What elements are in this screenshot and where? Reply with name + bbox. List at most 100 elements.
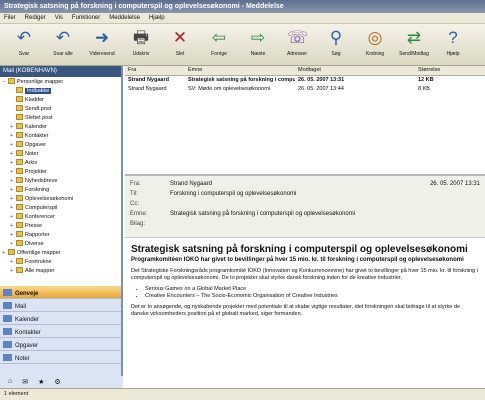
nav-group-label: Kontakter: [15, 330, 41, 336]
folder-icon: [16, 195, 23, 201]
column-header[interactable]: Emne: [185, 66, 295, 75]
folder-item[interactable]: + Oplevelsesøkonomi: [0, 195, 121, 204]
folder-label: Presse: [25, 223, 43, 229]
menu-item-hjælp[interactable]: Hjælp: [149, 15, 165, 21]
nav-group-3[interactable]: Kontakter: [0, 325, 121, 338]
folder-item[interactable]: Kladder: [0, 96, 121, 105]
message-bullet: Creative Encounters – The Socio-Economic…: [145, 293, 479, 300]
column-header[interactable]: Fra: [125, 66, 185, 75]
help-button[interactable]: ? Hjælp: [435, 28, 471, 57]
folder-item[interactable]: + Konferencer: [0, 213, 121, 222]
folder-icon: [16, 240, 23, 246]
forward-button[interactable]: ➜ Videresend: [84, 28, 120, 57]
quick-launch-icon[interactable]: ★: [38, 378, 44, 386]
reply-button[interactable]: ↶ Svar: [6, 28, 42, 57]
attachment-value[interactable]: [170, 219, 480, 229]
folder-item[interactable]: + Noter: [0, 150, 121, 159]
print-button[interactable]: 🖶 Udskriv: [123, 28, 159, 57]
folder-label: Opgaver: [25, 142, 47, 148]
nav-group-0[interactable]: Genveje: [0, 286, 121, 299]
group-icon: [3, 302, 12, 309]
folder-item[interactable]: + Offentlige mapper: [0, 249, 121, 258]
folder-label: Offentlige mapper: [17, 250, 61, 256]
folder-item[interactable]: Slettet post: [0, 114, 121, 123]
encoding-icon: ◎: [367, 28, 383, 47]
column-header[interactable]: Modtaget: [295, 66, 415, 75]
nav-group-label: Kalender: [15, 317, 40, 323]
quick-launch-icon[interactable]: ⚙: [54, 378, 60, 386]
status-bar: 1 element: [0, 388, 485, 400]
message-size: 12 KB: [418, 77, 434, 83]
folder-item[interactable]: + Nyhedsbreve: [0, 177, 121, 186]
from-value[interactable]: Strand Nygaard: [170, 179, 380, 189]
folder-icon: [16, 213, 23, 219]
reply-all-button[interactable]: ↶ Svar alle: [45, 28, 81, 57]
column-header[interactable]: Størrelse: [415, 66, 485, 75]
find-button[interactable]: ⚲ Søg: [318, 28, 354, 57]
address-book-icon: ☏: [287, 28, 309, 47]
delete-button[interactable]: ✕ Slet: [162, 28, 198, 57]
subject-label: Emne:: [130, 211, 148, 217]
nav-group-label: Genveje: [15, 291, 39, 297]
folder-item[interactable]: Indbakke: [0, 87, 121, 96]
folder-item[interactable]: + Forskning: [0, 186, 121, 195]
folder-item[interactable]: + Opgaver: [0, 141, 121, 150]
nav-group-5[interactable]: Noter: [0, 351, 121, 364]
menu-item-rediger[interactable]: Rediger: [25, 15, 46, 21]
folder-label: Projekter: [25, 169, 48, 175]
send-receive-icon: ⇄: [406, 28, 422, 47]
group-icon: [3, 315, 12, 322]
folder-label: Oplevelsesøkonomi: [25, 196, 74, 202]
previous-button[interactable]: ⇦ Forrige: [201, 28, 237, 57]
folder-icon: [16, 96, 23, 102]
next-button[interactable]: ⇨ Næste: [240, 28, 276, 57]
message-bullet: Serious Games on a Global Market Place: [145, 286, 479, 293]
folder-item[interactable]: + Diverse: [0, 240, 121, 249]
message-row[interactable]: Strand Nygaard SV: Møde om oplevelsesøkon…: [125, 85, 485, 94]
folder-item[interactable]: + Rapporter: [0, 231, 121, 240]
quick-launch-icon[interactable]: ✉: [22, 378, 28, 386]
encoding-button[interactable]: ◎ Kodning: [357, 28, 393, 57]
toolbar-label: Forrige: [211, 51, 227, 57]
toolbar-label: Svar: [18, 51, 30, 57]
folder-item[interactable]: + Kontakter: [0, 132, 121, 141]
address-book-button[interactable]: ☏ Adresser: [279, 28, 315, 57]
menu-item-vis[interactable]: Vis: [55, 15, 63, 21]
folder-item[interactable]: + Kalender: [0, 123, 121, 132]
to-value[interactable]: Forskning i computerspil og oplevelsesøk…: [170, 189, 480, 199]
send-receive-button[interactable]: ⇄ Send/Modtag: [396, 28, 432, 57]
find-icon: ⚲: [329, 28, 343, 47]
navigation-groups: Genveje Mail Kalender Kontakter Opgaver Noter: [0, 286, 121, 376]
nav-group-4[interactable]: Opgaver: [0, 338, 121, 351]
folder-item[interactable]: + Projekter: [0, 168, 121, 177]
folder-item[interactable]: + Foretrukne: [0, 258, 121, 267]
folder-item[interactable]: + Arkiv: [0, 159, 121, 168]
folder-label: Arkiv: [25, 160, 38, 166]
folder-icon: [8, 249, 15, 255]
folder-icon: [16, 159, 23, 165]
folder-icon: [16, 123, 23, 129]
folder-label: Slettet post: [25, 115, 53, 121]
folder-pane: Mail (KOBENHAVN) − Personlige mapper Indba…: [0, 66, 123, 376]
folder-item[interactable]: − Personlige mapper: [0, 78, 121, 87]
folder-item[interactable]: + Presse: [0, 222, 121, 231]
folder-label: Computerspil: [25, 205, 58, 211]
folder-icon: [16, 168, 23, 174]
nav-group-2[interactable]: Kalender: [0, 312, 121, 325]
quick-launch-icon[interactable]: ⌂: [8, 378, 12, 386]
folder-item[interactable]: + Computerspil: [0, 204, 121, 213]
toolbar-label: Send/Modtag: [399, 51, 429, 57]
message-received: 26. 05. 2007 13:44: [298, 86, 344, 92]
toolbar-label: Adresser: [286, 51, 307, 57]
message-subject: SV: Møde om oplevelsesøkonomi: [188, 86, 271, 92]
menu-item-funktioner[interactable]: Funktioner: [72, 15, 100, 21]
message-row[interactable]: Strand Nygaard Strategisk satsning på for…: [125, 76, 485, 85]
toolbar-label: Næste: [250, 51, 266, 57]
menu-item-filer[interactable]: Filer: [4, 15, 16, 21]
nav-group-1[interactable]: Mail: [0, 299, 121, 312]
folder-item[interactable]: + Alle mapper: [0, 267, 121, 276]
menu-item-meddelelse[interactable]: Meddelelse: [109, 15, 140, 21]
folder-item[interactable]: Sendt post: [0, 105, 121, 114]
group-icon: [3, 341, 12, 348]
folder-label: Kontakter: [25, 133, 49, 139]
